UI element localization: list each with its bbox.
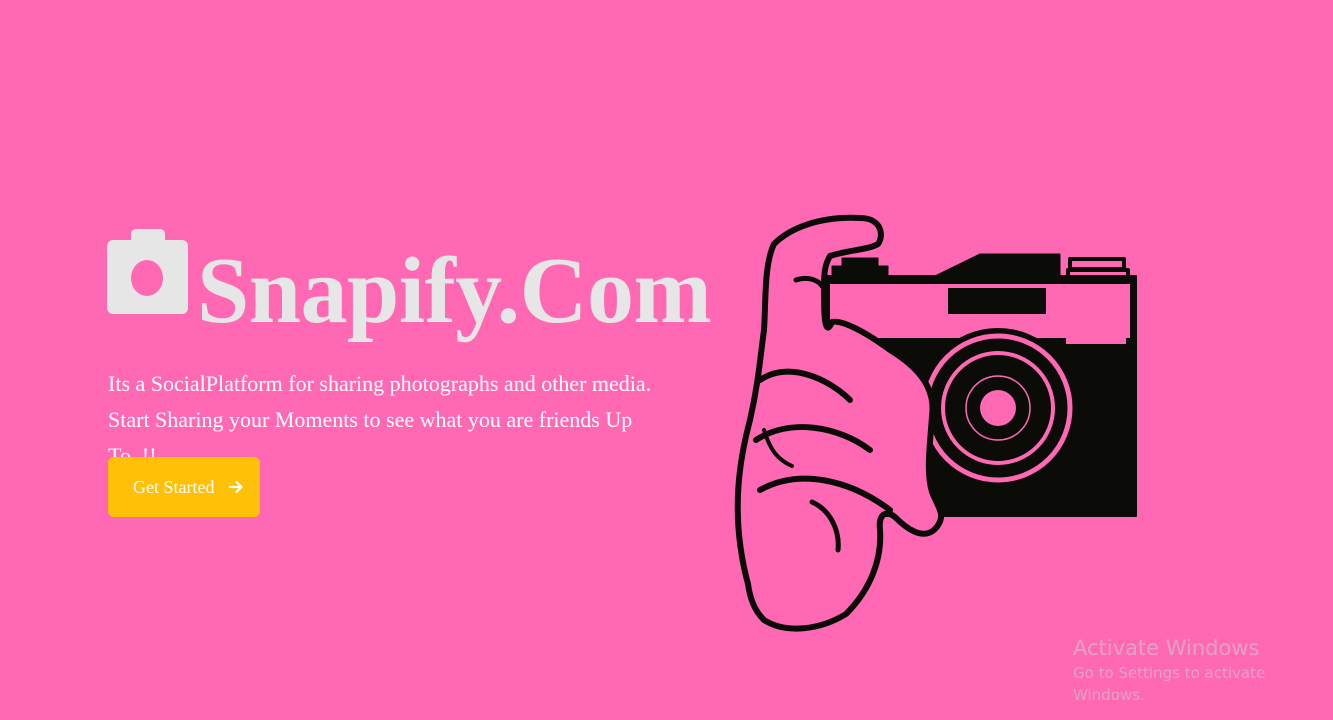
brand-logo[interactable]: Snapify.Com xyxy=(107,226,712,343)
watermark-title: Activate Windows xyxy=(1073,636,1260,660)
watermark-subtitle: Go to Settings to activate Windows. xyxy=(1073,664,1266,704)
get-started-button[interactable]: Get Started xyxy=(108,457,260,517)
brand-name: Snapify.Com xyxy=(197,239,712,343)
arrow-right-icon xyxy=(228,479,244,495)
camera-icon xyxy=(107,226,189,314)
get-started-label: Get Started xyxy=(133,476,215,497)
landing-page: Snapify.Com Its a SocialPlatform for sha… xyxy=(0,0,1333,720)
activate-windows-watermark: Activate Windows Go to Settings to activ… xyxy=(1073,634,1333,706)
hand-holding-camera-illustration xyxy=(720,210,1150,645)
